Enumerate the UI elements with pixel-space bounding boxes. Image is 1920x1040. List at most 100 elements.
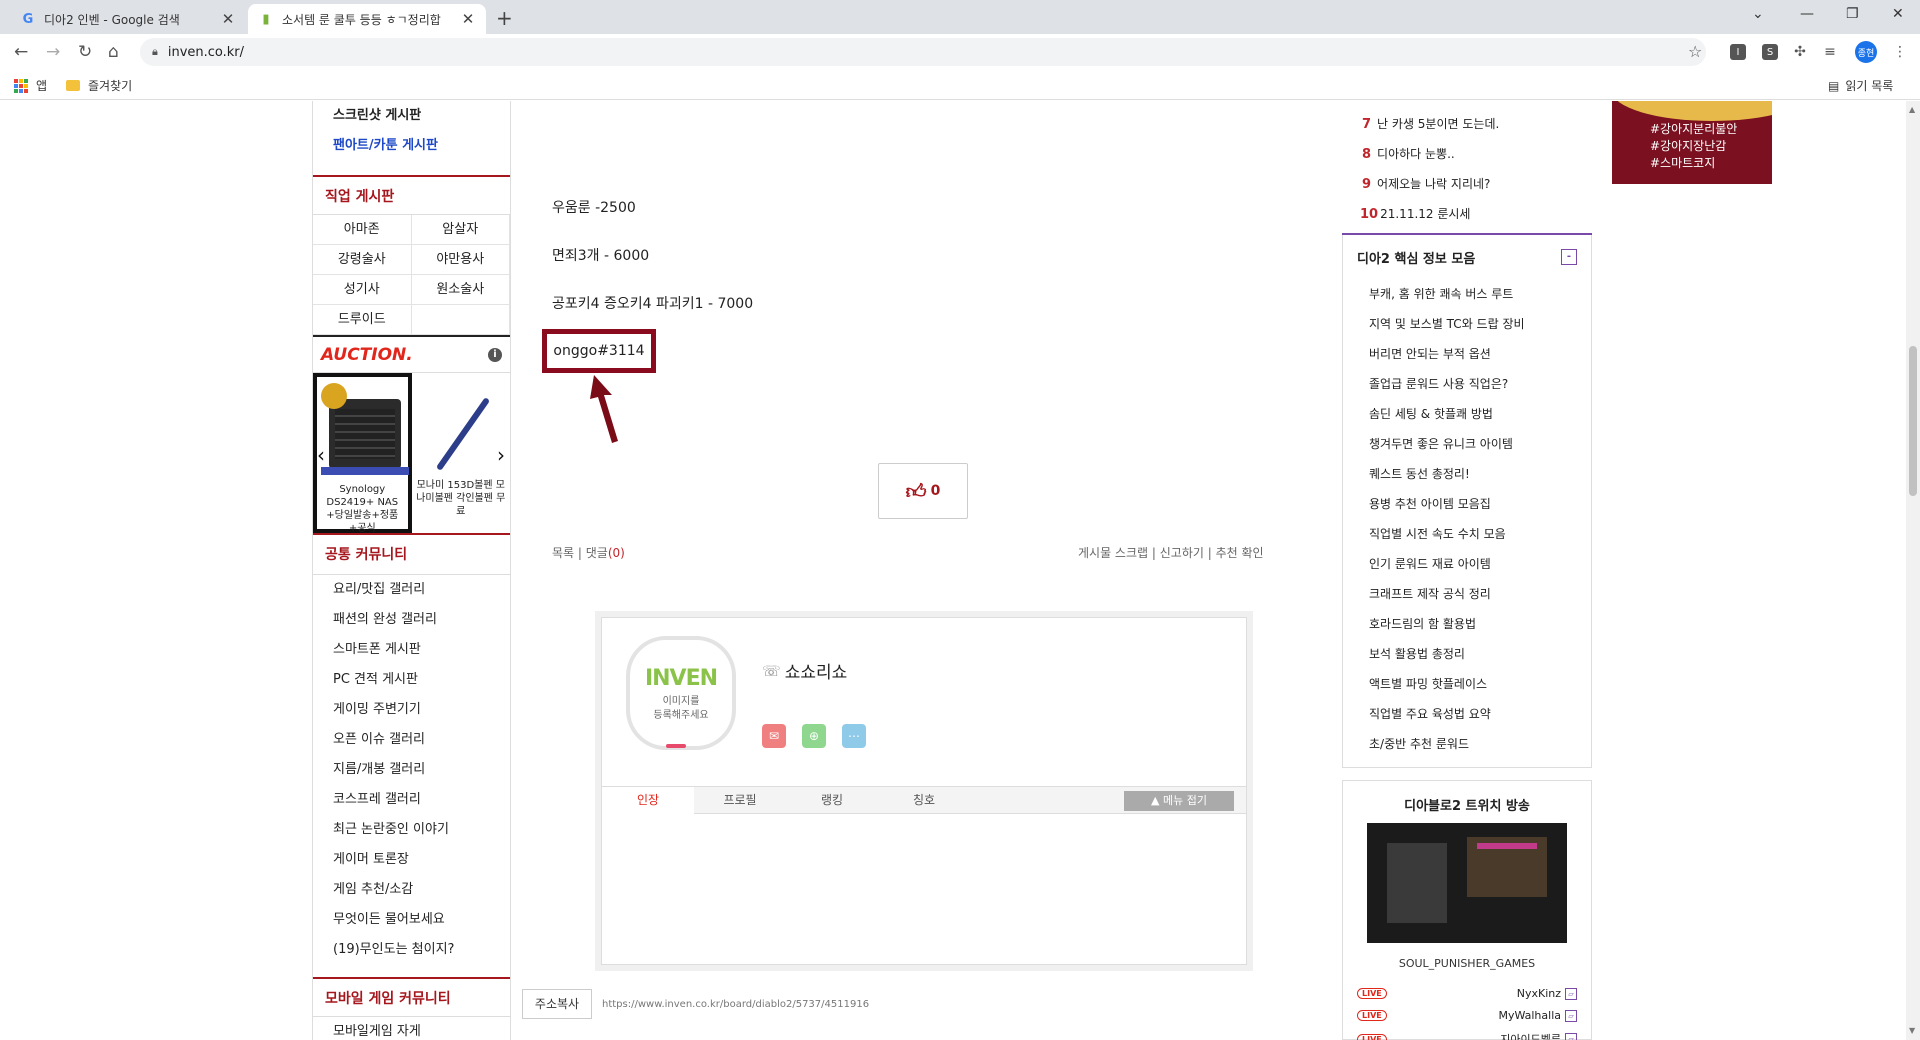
profile-avatar[interactable]: 종현 [1855, 41, 1877, 63]
section-title-mobile[interactable]: 모바일 게임 커뮤니티 [313, 977, 510, 1017]
extensions-puzzle-icon[interactable]: ✣ [1792, 44, 1808, 60]
sidebar-item[interactable]: PC 견적 게시판 [313, 665, 510, 695]
auction-product[interactable]: Synology DS2419+ NAS +당일발송+정품+공식 [313, 373, 412, 534]
sidebar-item[interactable]: 지름/개봉 갤러리 [313, 755, 510, 785]
add-friend-icon[interactable]: ⊕ [802, 724, 826, 748]
sidebar-item[interactable]: 스마트폰 게시판 [313, 635, 510, 665]
info-link[interactable]: 직업별 주요 육성법 요약 [1343, 699, 1591, 729]
twitch-channel[interactable]: SOUL_PUNISHER_GAMES [1343, 957, 1591, 970]
reading-list[interactable]: ▤ 읽기 목록 [1828, 77, 1893, 94]
collapse-icon[interactable]: - [1561, 249, 1577, 265]
scrollbar-thumb[interactable] [1909, 346, 1917, 496]
next-arrow-icon[interactable]: › [497, 443, 505, 467]
job-link[interactable]: 강령술사 [313, 245, 412, 275]
tab-title[interactable]: 칭호 [878, 787, 970, 814]
rank-item[interactable]: 10 21.11.12 룬시세 [1342, 199, 1592, 229]
sidebar-item[interactable]: 최근 논란중인 이야기 [313, 815, 510, 845]
sidebar-item[interactable]: 요리/맛집 갤러리 [313, 575, 510, 605]
forward-icon[interactable]: → [46, 42, 60, 62]
info-link[interactable]: 보석 활용법 총정리 [1343, 639, 1591, 669]
menu-fold-button[interactable]: ▲ 메뉴 접기 [1124, 791, 1234, 811]
sidebar-item[interactable]: 무엇이든 물어보세요 [313, 905, 510, 935]
scroll-up-icon[interactable]: ▲ [1909, 105, 1915, 114]
browser-tab-inven[interactable]: ▮ 소서템 룬 쿨투 등등 ㅎㄱ정리합 ✕ [248, 4, 486, 34]
job-link[interactable]: 암살자 [411, 215, 510, 245]
extension-i-icon[interactable]: I [1730, 44, 1746, 60]
sidebar-item[interactable]: 코스프레 갤러리 [313, 785, 510, 815]
info-link[interactable]: 크래프트 제작 공식 정리 [1343, 579, 1591, 609]
info-link[interactable]: 직업별 시전 속도 수치 모음 [1343, 519, 1591, 549]
auction-logo[interactable]: AUCTION. [321, 345, 413, 365]
sidebar-item[interactable]: 게임 추천/소감 [313, 875, 510, 905]
more-icon[interactable]: ⋯ [842, 724, 866, 748]
info-link[interactable]: 지역 및 보스별 TC와 드랍 장비 [1343, 309, 1591, 339]
profile-image-placeholder[interactable]: INVEN 이미지를 등록해주세요 [626, 636, 736, 750]
job-link[interactable]: 아마존 [313, 215, 412, 245]
recommend-check-link[interactable]: 추천 확인 [1216, 546, 1264, 560]
home-icon[interactable]: ⌂ [108, 42, 119, 62]
streamer-row[interactable]: LIVE 지아이드벨류 ▱ [1357, 1031, 1577, 1040]
report-link[interactable]: 신고하기 [1160, 546, 1204, 560]
sidebar-item[interactable]: 게이머 토론장 [313, 845, 510, 875]
tab-search-icon[interactable]: ⌄ [1752, 6, 1764, 22]
sidebar-item-fanart[interactable]: 팬아트/카툰 게시판 [313, 131, 510, 161]
copy-address-button[interactable]: 주소복사 [522, 989, 592, 1019]
info-link[interactable]: 퀘스트 동선 총정리! [1343, 459, 1591, 489]
menu-kebab-icon[interactable]: ⋮ [1892, 44, 1908, 60]
sidebar-item[interactable]: 모바일게임 자게 [313, 1017, 510, 1040]
bookmark-star-icon[interactable]: ☆ [1688, 42, 1702, 61]
author-nickname[interactable]: ☏ 쇼쇼리쇼 [762, 658, 847, 684]
sidebar-item[interactable]: 오픈 이슈 갤러리 [313, 725, 510, 755]
tab-profile[interactable]: 프로필 [694, 787, 786, 814]
media-control-icon[interactable]: ≡ [1822, 44, 1838, 60]
info-link[interactable]: 인기 룬워드 재료 아이템 [1343, 549, 1591, 579]
list-link[interactable]: 목록 [552, 546, 574, 560]
section-title-common[interactable]: 공통 커뮤니티 [313, 535, 510, 575]
sidebar-item-screenshot[interactable]: 스크린샷 게시판 [313, 101, 510, 131]
info-link[interactable]: 초/중반 추천 룬워드 [1343, 729, 1591, 759]
job-link[interactable]: 원소술사 [411, 275, 510, 305]
apps-bookmark[interactable]: 앱 [14, 77, 47, 94]
new-tab-icon[interactable]: + [496, 6, 513, 30]
info-link[interactable]: 호라드림의 함 활용법 [1343, 609, 1591, 639]
sidebar-item[interactable]: 패션의 완성 갤러리 [313, 605, 510, 635]
address-bar[interactable]: 🔒︎ inven.co.kr/ [140, 38, 1706, 66]
page-scrollbar[interactable]: ▲ ▼ [1906, 101, 1920, 1040]
tab-seal[interactable]: 인장 [602, 787, 694, 814]
info-link[interactable]: 졸업급 룬워드 사용 직업은? [1343, 369, 1591, 399]
message-icon[interactable]: ✉ [762, 724, 786, 748]
back-icon[interactable]: ← [14, 42, 28, 62]
scroll-down-icon[interactable]: ▼ [1909, 1026, 1915, 1035]
stream-thumbnail[interactable] [1367, 823, 1567, 943]
info-link[interactable]: 액트별 파밍 핫플레이스 [1343, 669, 1591, 699]
close-window-icon[interactable]: ✕ [1892, 6, 1904, 22]
sidebar-item[interactable]: (19)무인도는 첨이지? [313, 935, 510, 965]
favorites-bookmark[interactable]: 즐겨찾기 [66, 77, 132, 94]
comment-link[interactable]: 댓글 [586, 546, 608, 560]
info-icon[interactable]: i [488, 347, 502, 362]
post-address[interactable]: https://www.inven.co.kr/board/diablo2/57… [602, 999, 869, 1010]
info-link[interactable]: 용병 추천 아이템 모음집 [1343, 489, 1591, 519]
sidebar-item[interactable]: 게이밍 주변기기 [313, 695, 510, 725]
rank-item[interactable]: 9 어제오늘 나락 지리네? [1342, 169, 1592, 199]
job-link[interactable]: 드루이드 [313, 305, 412, 335]
tab-ranking[interactable]: 랭킹 [786, 787, 878, 814]
info-link[interactable]: 솜딘 세팅 & 핫플쾌 방법 [1343, 399, 1591, 429]
info-link[interactable]: 챙겨두면 좋은 유니크 아이템 [1343, 429, 1591, 459]
restore-icon[interactable]: ❐ [1846, 6, 1859, 22]
info-link[interactable]: 버리면 안되는 부적 옵션 [1343, 339, 1591, 369]
section-title-jobs[interactable]: 직업 게시판 [313, 175, 510, 215]
auction-product[interactable]: 모나미 153D볼펜 모나미볼펜 각인볼펜 무료 [412, 373, 510, 533]
close-tab-icon[interactable]: ✕ [460, 10, 476, 28]
scrap-link[interactable]: 게시물 스크랩 [1078, 546, 1148, 560]
side-banner-ad[interactable]: #강아지분리불안 #강아지장난감 #스마트코지 [1612, 101, 1772, 184]
browser-tab-google[interactable]: G 디아2 인벤 - Google 검색 ✕ [10, 4, 246, 34]
info-link[interactable]: 부캐, 홈 위한 쾌속 버스 루트 [1343, 279, 1591, 309]
prev-arrow-icon[interactable]: ‹ [317, 443, 325, 467]
rank-item[interactable]: 8 디아하다 눈뽕.. [1342, 139, 1592, 169]
reload-icon[interactable]: ↻ [78, 42, 92, 62]
minimize-icon[interactable]: — [1800, 6, 1814, 22]
extension-s-icon[interactable]: S [1762, 44, 1778, 60]
rank-item[interactable]: 7 난 카생 5분이면 도는데. [1342, 109, 1592, 139]
like-button[interactable]: 👍︎ 0 [878, 463, 968, 519]
